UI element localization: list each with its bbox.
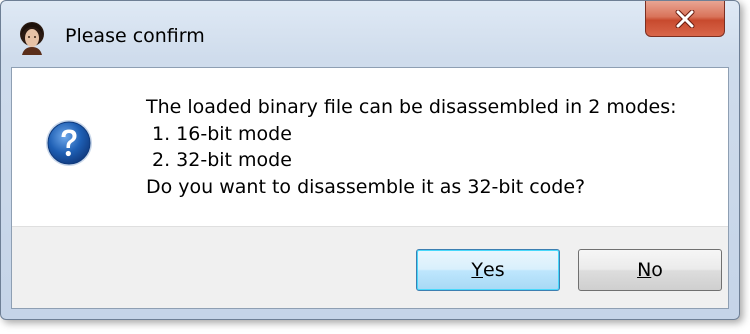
close-icon [675,9,695,28]
dialog-body: The loaded binary file can be disassembl… [11,67,729,309]
message-line-4: Do you want to disassemble it as 32-bit … [146,175,586,198]
dialog-message: The loaded binary file can be disassembl… [146,94,677,200]
message-area: The loaded binary file can be disassembl… [12,68,728,226]
dialog-title: Please confirm [65,25,205,47]
title-bar[interactable]: Please confirm [1,1,739,73]
app-portrait-icon [20,22,44,55]
message-line-3: 2. 32-bit mode [152,149,292,171]
no-label-rest: o [651,259,663,281]
yes-button[interactable]: Yes [416,249,560,291]
no-mnemonic: N [637,259,652,281]
no-button[interactable]: No [578,249,722,291]
close-button[interactable] [645,1,725,37]
confirm-dialog: Please confirm The loaded binary file ca… [0,0,740,320]
message-line-1: The loaded binary file can be disassembl… [146,96,677,118]
question-icon [46,120,92,166]
button-bar: Yes No [12,226,728,308]
message-line-2: 1. 16-bit mode [152,122,292,145]
yes-mnemonic: Y [471,259,483,281]
yes-label-rest: es [483,259,505,281]
